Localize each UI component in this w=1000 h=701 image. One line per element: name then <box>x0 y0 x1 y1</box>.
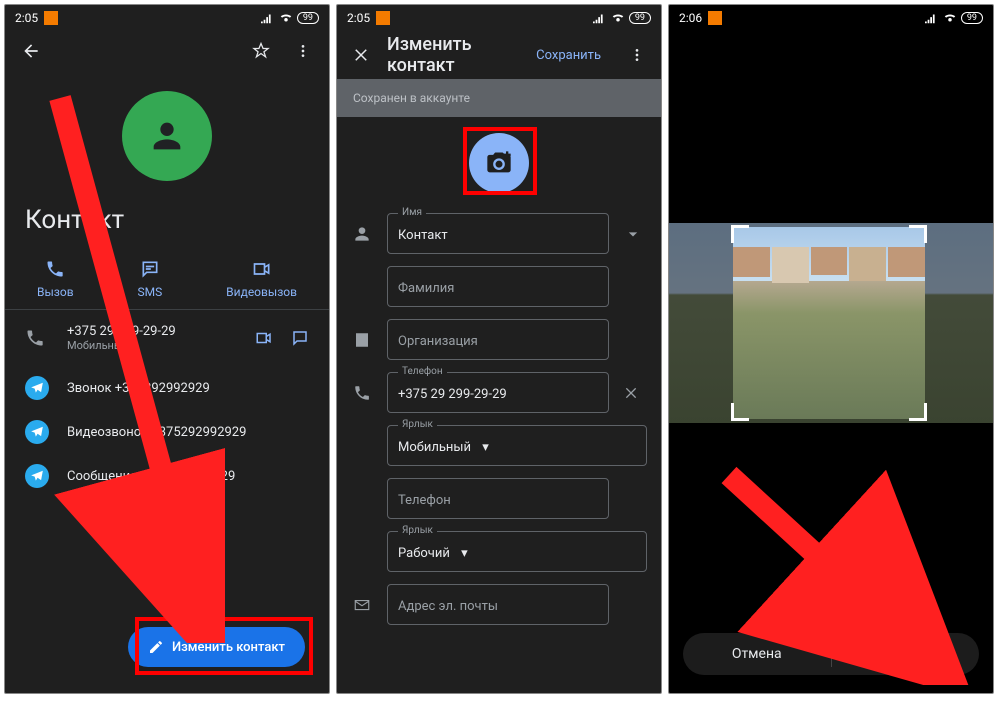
telegram-msg-label: Сообщение +375292992929 <box>67 469 235 484</box>
call-action[interactable]: Вызов <box>37 259 74 299</box>
battery-icon: 99 <box>961 12 983 24</box>
crop-handle-tr[interactable] <box>909 225 927 243</box>
edit-contact-label: Изменить контакт <box>172 640 285 655</box>
contact-name: Контакт <box>5 205 329 249</box>
video-action[interactable]: Видеовызов <box>226 259 297 299</box>
phone-icon <box>25 328 45 348</box>
star-icon <box>251 41 271 61</box>
crop-area[interactable] <box>669 223 993 423</box>
message-icon <box>140 259 160 279</box>
signal-icon <box>261 12 275 24</box>
star-button[interactable] <box>249 39 273 63</box>
signal-icon <box>593 12 607 24</box>
telegram-video-label: Видеозвонок +375292992929 <box>67 425 246 440</box>
screen-photo-crop: 2:06 99 Отмена OK <box>668 4 994 694</box>
telegram-icon <box>25 464 49 488</box>
person-icon <box>352 224 372 244</box>
phone-icon <box>353 384 371 402</box>
statusbar: 2:05 99 <box>5 5 329 31</box>
clear-phone-button[interactable] <box>623 385 647 401</box>
statusbar: 2:05 99 <box>337 5 661 31</box>
close-button[interactable] <box>349 43 373 67</box>
video-icon[interactable] <box>255 329 273 347</box>
crop-handle-br[interactable] <box>909 403 927 421</box>
screen-edit-contact: 2:05 99 Изменить контакт Сохранить Сохра… <box>336 4 662 694</box>
message-icon[interactable] <box>291 329 309 347</box>
phone2-field[interactable]: Телефон <box>387 478 609 519</box>
action-row: Вызов SMS Видеовызов <box>5 249 329 310</box>
telegram-call-row[interactable]: Звонок +375292992929 <box>5 366 329 410</box>
screen-contact-view: 2:05 99 Контакт Вызов <box>4 4 330 694</box>
more-button[interactable] <box>291 39 315 63</box>
email-icon <box>353 596 371 614</box>
cancel-button[interactable]: Отмена <box>683 633 831 675</box>
surname-field[interactable]: Фамилия <box>387 266 609 307</box>
avatar-area <box>5 71 329 205</box>
edit-contact-button[interactable]: Изменить контакт <box>128 627 305 667</box>
alarm-icon <box>708 11 722 25</box>
email-field[interactable]: Адрес эл. почты <box>387 584 609 625</box>
phone-tag-dropdown[interactable]: Ярлык Мобильный ▾ <box>387 425 647 466</box>
wifi-icon <box>943 12 957 24</box>
ok-button[interactable]: OK <box>832 633 980 675</box>
saved-in-account-bar: Сохранен в аккаунте <box>337 79 661 117</box>
alarm-icon <box>44 11 58 25</box>
alarm-icon <box>376 11 390 25</box>
telegram-video-row[interactable]: Видеозвонок +375292992929 <box>5 410 329 454</box>
photo-content <box>733 247 925 287</box>
telegram-icon <box>25 420 49 444</box>
more-vert-icon <box>629 47 645 63</box>
telegram-call-label: Звонок +375292992929 <box>67 381 210 396</box>
crop-button-bar: Отмена OK <box>683 633 979 675</box>
signal-icon <box>925 12 939 24</box>
dropdown-arrow-icon: ▾ <box>461 546 468 561</box>
close-icon <box>623 385 639 401</box>
phone-detail-row[interactable]: +375 29 299-29-29 Мобильный <box>5 310 329 366</box>
video-label: Видеовызов <box>226 285 297 299</box>
phone-field[interactable]: Телефон +375 29 299-29-29 <box>387 372 609 413</box>
crop-handle-bl[interactable] <box>731 403 749 421</box>
phone-icon <box>45 259 65 279</box>
close-icon <box>352 46 370 64</box>
more-vert-icon <box>295 43 311 59</box>
phone-type: Мобильный <box>67 339 235 352</box>
dropdown-arrow-icon: ▾ <box>482 440 489 455</box>
status-time: 2:05 <box>15 11 38 25</box>
wifi-icon <box>611 12 625 24</box>
arrow-left-icon <box>21 41 41 61</box>
expand-button[interactable] <box>623 224 647 244</box>
battery-icon: 99 <box>297 12 319 24</box>
crop-handle-tl[interactable] <box>731 225 749 243</box>
add-photo-button[interactable] <box>469 133 529 193</box>
status-time: 2:05 <box>347 11 370 25</box>
crop-box[interactable] <box>733 227 925 419</box>
status-time: 2:06 <box>679 11 702 25</box>
sms-label: SMS <box>138 285 163 299</box>
name-field[interactable]: Имя Контакт <box>387 213 609 254</box>
sms-action[interactable]: SMS <box>138 259 163 299</box>
telegram-msg-row[interactable]: Сообщение +375292992929 <box>5 454 329 498</box>
call-label: Вызов <box>37 285 74 299</box>
building-icon <box>353 331 371 349</box>
org-field[interactable]: Организация <box>387 319 609 360</box>
video-icon <box>252 259 272 279</box>
chevron-down-icon <box>623 224 643 244</box>
phone-number: +375 29 299-29-29 <box>67 324 235 339</box>
statusbar: 2:06 99 <box>669 5 993 31</box>
back-button[interactable] <box>19 39 43 63</box>
battery-icon: 99 <box>629 12 651 24</box>
wifi-icon <box>279 12 293 24</box>
person-icon <box>147 116 187 156</box>
phone2-tag-dropdown[interactable]: Ярлык Рабочий ▾ <box>387 531 647 572</box>
pencil-icon <box>148 639 164 655</box>
save-button[interactable]: Сохранить <box>536 48 601 63</box>
more-button[interactable] <box>625 43 649 67</box>
telegram-icon <box>25 376 49 400</box>
camera-plus-icon <box>485 149 513 177</box>
screen-title: Изменить контакт <box>387 34 522 76</box>
avatar[interactable] <box>122 91 212 181</box>
